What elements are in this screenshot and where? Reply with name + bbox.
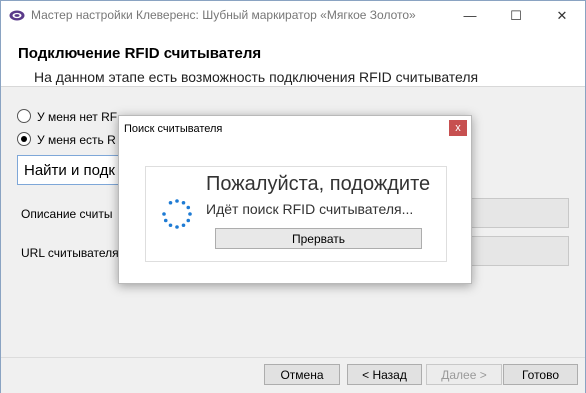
- spinner-dot: [168, 200, 173, 205]
- radio-button-selected[interactable]: [17, 132, 31, 146]
- url-field[interactable]: [468, 236, 569, 266]
- spinner-dot: [175, 199, 179, 203]
- spinner-dot: [163, 218, 168, 223]
- url-label: URL считывателя: [21, 246, 119, 260]
- option-label: У меня нет RF: [37, 110, 118, 124]
- description-label: Описание считы: [21, 207, 113, 221]
- spinner-dot: [188, 212, 192, 216]
- dialog-title: Поиск считывателя: [124, 123, 223, 135]
- finish-button[interactable]: Готово: [503, 364, 578, 385]
- spinner-dot: [186, 205, 191, 210]
- window-title: Мастер настройки Клеверенс: Шубный марки…: [31, 8, 416, 22]
- option-label: У меня есть R: [37, 133, 116, 147]
- page-subtitle: На данном этапе есть возможность подключ…: [34, 69, 479, 85]
- spinner-dot: [168, 223, 173, 228]
- spinner-dot: [186, 218, 191, 223]
- cancel-button[interactable]: Отмена: [264, 364, 340, 385]
- option-no-reader[interactable]: У меня нет RF: [17, 109, 117, 124]
- page-title: Подключение RFID считывателя: [18, 45, 262, 62]
- option-has-reader[interactable]: У меня есть R: [17, 132, 116, 147]
- wizard-header: Подключение RFID считывателя На данном э…: [1, 31, 585, 87]
- minimize-button[interactable]: —: [447, 1, 493, 31]
- close-button[interactable]: ✕: [539, 1, 585, 31]
- back-button[interactable]: < Назад: [347, 364, 422, 385]
- wizard-footer: Отмена < Назад Далее > Готово: [1, 357, 585, 393]
- dialog-close-icon[interactable]: x: [449, 120, 467, 136]
- maximize-button[interactable]: ☐: [493, 1, 539, 31]
- wait-subtitle: Идёт поиск RFID считывателя...: [206, 201, 414, 217]
- radio-button[interactable]: [17, 109, 31, 123]
- spinner-dot: [175, 225, 179, 229]
- search-reader-dialog: Поиск считывателя x Пожалуйста, подождит…: [118, 115, 472, 284]
- app-logo-icon: [9, 10, 25, 21]
- spinner-dot: [162, 212, 166, 216]
- description-field[interactable]: [468, 198, 569, 228]
- next-button[interactable]: Далее >: [426, 364, 502, 385]
- loading-spinner-icon: [162, 199, 192, 229]
- progress-panel: Пожалуйста, подождите Идёт поиск RFID сч…: [145, 166, 447, 262]
- wait-title: Пожалуйста, подождите: [206, 173, 431, 195]
- spinner-dot: [181, 200, 186, 205]
- abort-button[interactable]: Прервать: [215, 228, 422, 249]
- title-bar: Мастер настройки Клеверенс: Шубный марки…: [1, 1, 585, 31]
- wizard-window: Мастер настройки Клеверенс: Шубный марки…: [0, 0, 586, 393]
- spinner-dot: [181, 223, 186, 228]
